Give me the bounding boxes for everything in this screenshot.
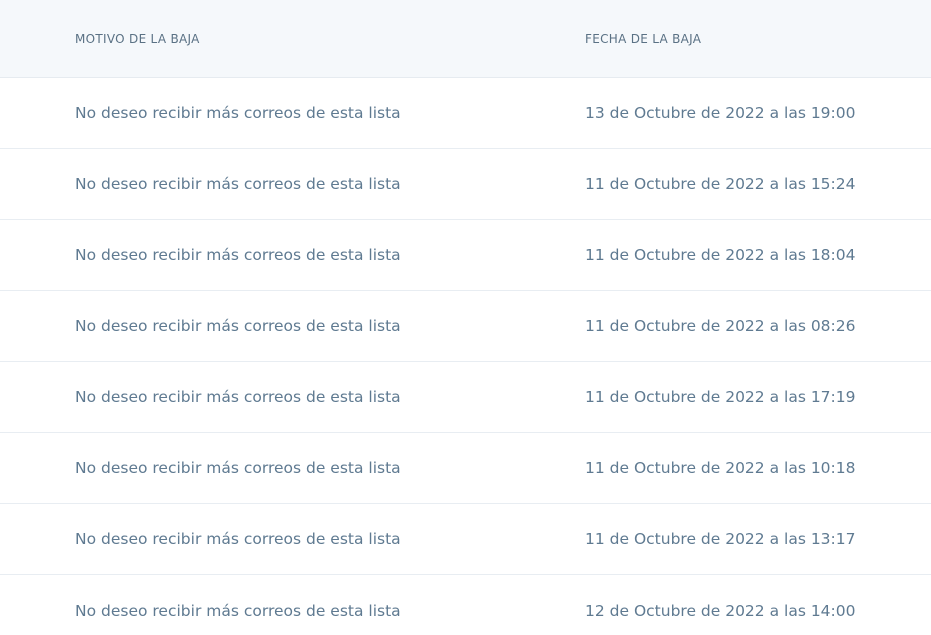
table-row[interactable]: No deseo recibir más correos de esta lis… [0,433,931,504]
row-date: 11 de Octubre de 2022 a las 15:24 [585,175,856,193]
row-reason: No deseo recibir más correos de esta lis… [75,601,401,620]
row-date: 11 de Octubre de 2022 a las 18:04 [585,246,856,264]
row-reason: No deseo recibir más correos de esta lis… [75,317,401,335]
row-date: 11 de Octubre de 2022 a las 10:18 [585,459,856,477]
row-date: 11 de Octubre de 2022 a las 13:17 [585,530,856,548]
table-row[interactable]: No deseo recibir más correos de esta lis… [0,575,931,635]
table-row[interactable]: No deseo recibir más correos de esta lis… [0,504,931,575]
unsubscribe-table: MOTIVO DE LA BAJA FECHA DE LA BAJA No de… [0,0,931,635]
row-reason: No deseo recibir más correos de esta lis… [75,388,401,406]
row-date: 11 de Octubre de 2022 a las 17:19 [585,388,856,406]
column-header-date[interactable]: FECHA DE LA BAJA [585,32,701,46]
row-reason: No deseo recibir más correos de esta lis… [75,175,401,193]
table-header: MOTIVO DE LA BAJA FECHA DE LA BAJA [0,0,931,78]
table-row[interactable]: No deseo recibir más correos de esta lis… [0,149,931,220]
row-date: 11 de Octubre de 2022 a las 08:26 [585,317,856,335]
table-row[interactable]: No deseo recibir más correos de esta lis… [0,220,931,291]
row-reason: No deseo recibir más correos de esta lis… [75,246,401,264]
row-date: 13 de Octubre de 2022 a las 19:00 [585,104,856,122]
table-row[interactable]: No deseo recibir más correos de esta lis… [0,78,931,149]
table-row[interactable]: No deseo recibir más correos de esta lis… [0,362,931,433]
row-date: 12 de Octubre de 2022 a las 14:00 [585,601,856,620]
table-body: No deseo recibir más correos de esta lis… [0,78,931,635]
row-reason: No deseo recibir más correos de esta lis… [75,530,401,548]
table-row[interactable]: No deseo recibir más correos de esta lis… [0,291,931,362]
column-header-reason[interactable]: MOTIVO DE LA BAJA [75,32,200,46]
row-reason: No deseo recibir más correos de esta lis… [75,459,401,477]
row-reason: No deseo recibir más correos de esta lis… [75,104,401,122]
